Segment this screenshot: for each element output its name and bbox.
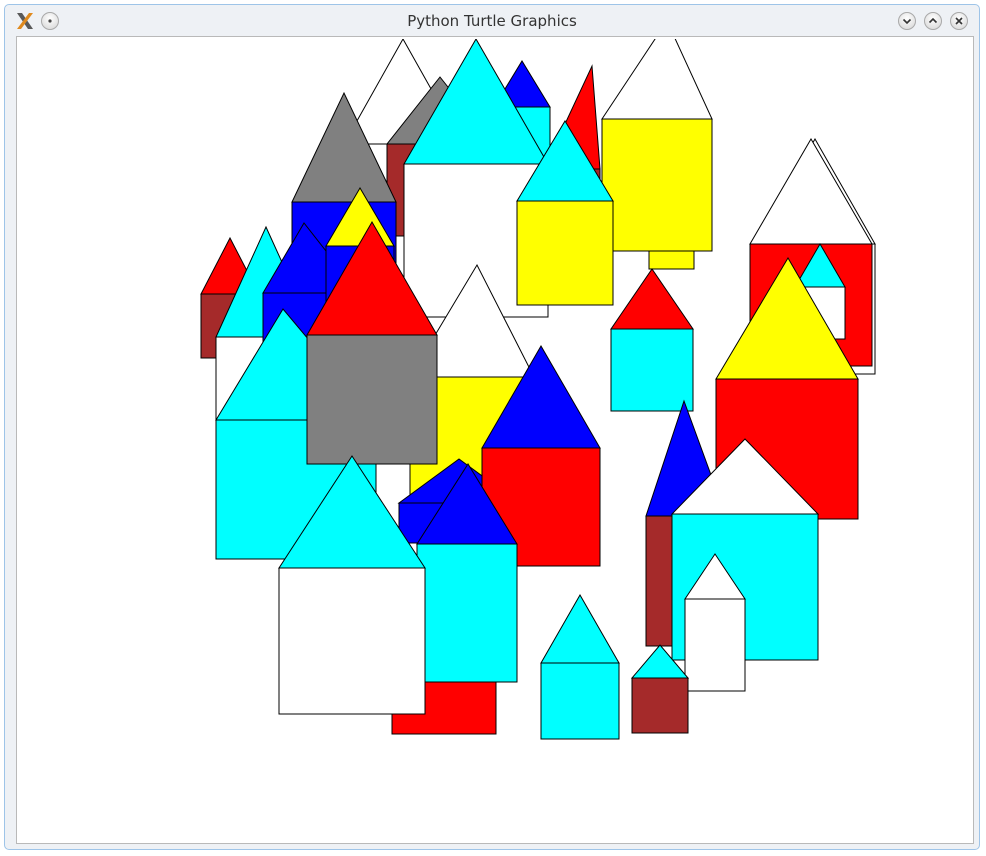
maximize-button[interactable] [924,12,942,30]
house-29-body [278,567,426,715]
turtle-window: Python Turtle Graphics [4,4,980,850]
house-20-body [306,334,438,465]
house-30-body [540,662,620,740]
turtle-canvas-frame [16,36,974,844]
house-11-roof [749,138,873,245]
window-title: Python Turtle Graphics [407,12,577,30]
house-17 [610,268,694,412]
house-6-body [601,118,713,252]
house-26-body [684,598,746,692]
house-17-roof [610,268,694,330]
house-6-roof [601,39,713,120]
turtle-canvas[interactable] [19,39,971,841]
house-30-roof [540,593,620,664]
house-17-body [610,328,694,412]
title-bar[interactable]: Python Turtle Graphics [5,5,979,35]
house-9-body [516,200,614,306]
house-6 [601,39,713,252]
chevron-down-icon [902,18,912,25]
chevron-up-icon [928,17,938,24]
house-31-body [631,677,689,734]
house-28-body [416,543,518,683]
minimize-button[interactable] [898,12,916,30]
house-30 [540,593,620,740]
close-icon [955,17,963,25]
close-button[interactable] [950,12,968,30]
